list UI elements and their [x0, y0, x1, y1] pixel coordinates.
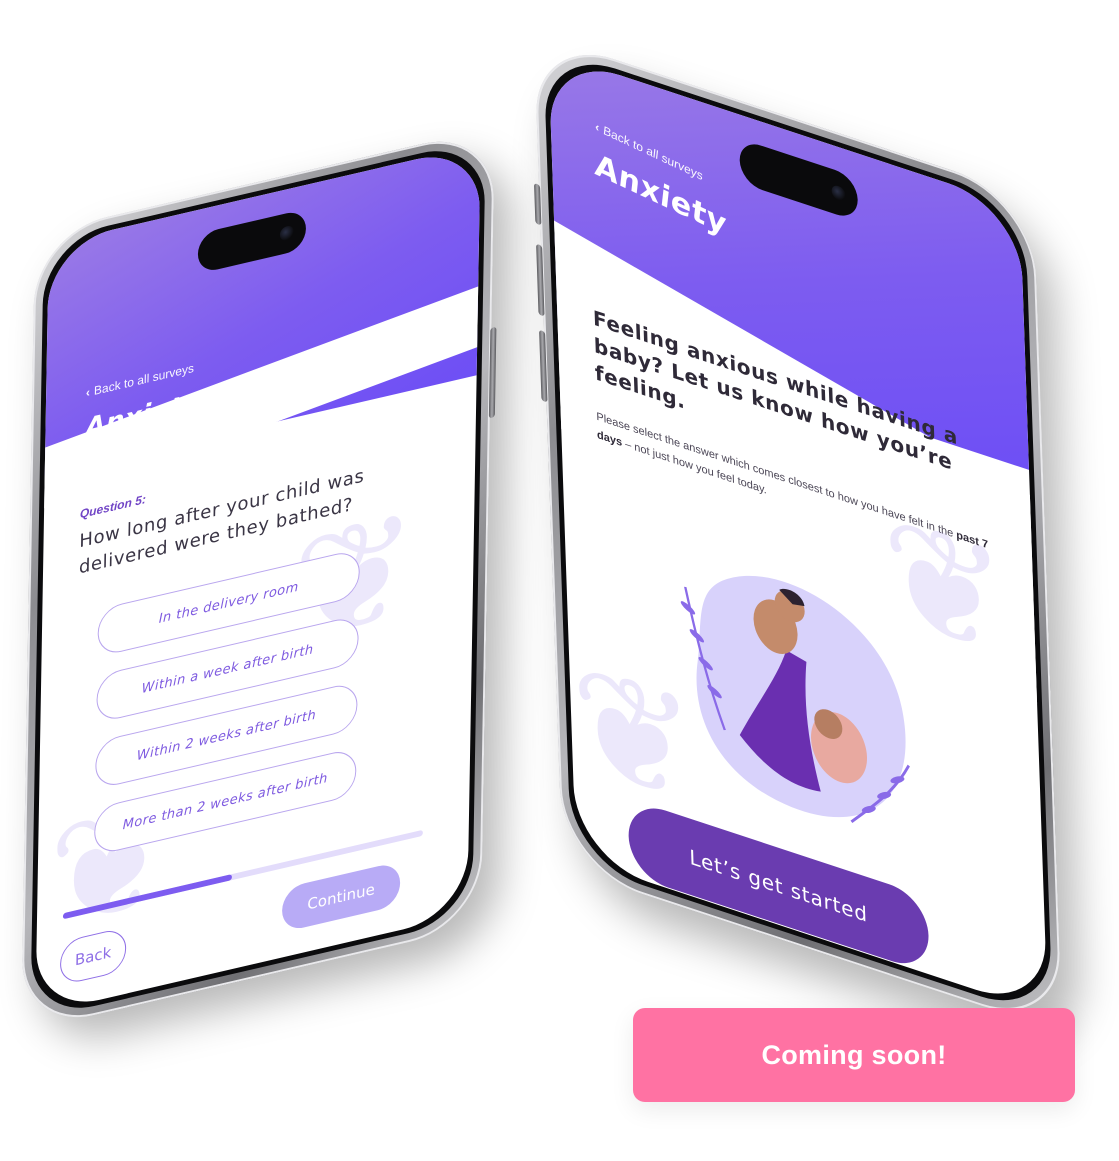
- camera-icon: [831, 183, 846, 203]
- survey-header: ‹Back to all surveys Anxiety: [35, 144, 481, 513]
- phone-mockup-intro: ‹ Back to all surveys Anxiety ❦ ❦ Feeling…: [533, 32, 1063, 1033]
- volume-up-button: [536, 243, 545, 317]
- intro-screen: ‹ Back to all surveys Anxiety ❦ ❦ Feeling…: [548, 51, 1048, 1014]
- phone-mockup-question: ‹Back to all surveys Anxiety ❦ ❦ Questio…: [21, 127, 497, 1032]
- chevron-left-icon: ‹: [594, 119, 601, 135]
- power-button: [488, 326, 497, 419]
- action-button: [533, 182, 542, 226]
- camera-icon: [279, 224, 295, 242]
- back-button[interactable]: Back: [59, 926, 127, 987]
- chevron-left-icon: ‹: [85, 384, 91, 400]
- answer-options: In the delivery room Within a week after…: [78, 543, 383, 878]
- continue-button[interactable]: Continue: [281, 861, 401, 933]
- coming-soon-badge: Coming soon!: [633, 1008, 1075, 1102]
- progress-fill: [62, 874, 233, 920]
- question-screen: ‹Back to all surveys Anxiety ❦ ❦ Questio…: [35, 144, 481, 1015]
- volume-down-button: [539, 329, 548, 403]
